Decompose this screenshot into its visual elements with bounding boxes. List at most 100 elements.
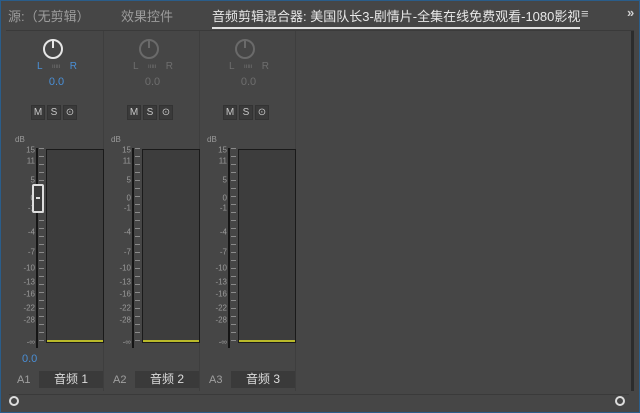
scale-tick <box>39 308 44 309</box>
level-meter <box>46 149 104 343</box>
scale-tick <box>231 172 236 173</box>
vertical-scrollbar[interactable] <box>631 31 634 391</box>
pan-value[interactable]: 0.0 <box>9 76 104 88</box>
scale-tick <box>231 164 236 165</box>
solo-button[interactable]: S <box>47 105 61 120</box>
volume-value[interactable]: 0.0 <box>22 353 37 365</box>
scale-tick <box>231 284 236 285</box>
fader-rail <box>132 148 134 348</box>
scale-tick <box>231 252 236 253</box>
pan-meter: ııııı <box>243 64 253 70</box>
mute-button[interactable]: M <box>127 105 141 120</box>
scale-tick <box>231 212 236 213</box>
mute-button[interactable]: M <box>223 105 237 120</box>
solo-button[interactable]: S <box>143 105 157 120</box>
track-id: A2 <box>113 374 127 386</box>
scale-label: -13 <box>215 277 227 287</box>
scroll-handle-left[interactable] <box>9 396 19 406</box>
record-icon[interactable]: ⊙ <box>63 105 77 120</box>
scale-tick <box>231 316 236 317</box>
scale-label: -16 <box>23 289 35 299</box>
pan-meter: ııııı <box>147 64 157 70</box>
pan-right-label: R <box>261 61 269 72</box>
scale-tick <box>135 260 140 261</box>
scale-tick <box>135 156 140 157</box>
scale-label: -16 <box>215 289 227 299</box>
tab-source[interactable]: 源:（无剪辑） <box>8 6 90 25</box>
solo-button[interactable]: S <box>239 105 253 120</box>
scale-tick <box>135 228 140 229</box>
volume-fader[interactable] <box>32 184 44 213</box>
scale-tick <box>39 228 44 229</box>
scale-tick <box>231 196 236 197</box>
pan-knob[interactable] <box>139 39 159 59</box>
scale-label: -28 <box>23 315 35 325</box>
scale-tick <box>231 332 236 333</box>
scale-tick <box>39 260 44 261</box>
scale-tick <box>39 148 44 149</box>
pan-knob[interactable] <box>43 39 63 59</box>
scale-tick <box>135 340 140 341</box>
pan-indicator: Lııııı R <box>37 61 77 72</box>
scale-tick <box>135 284 140 285</box>
scale-tick <box>231 228 236 229</box>
level-meter <box>238 149 296 343</box>
tab-effect-controls[interactable]: 效果控件 <box>121 6 173 25</box>
scale-tick <box>135 252 140 253</box>
scale-label: 0 <box>126 193 131 203</box>
tab-audio-clip-mixer[interactable]: 音频剪辑混合器: 美国队长3-剧情片-全集在线免费观看-1080影视 <box>212 6 581 29</box>
scale-tick <box>135 308 140 309</box>
scale-label: 11 <box>218 156 227 166</box>
scale-tick <box>39 284 44 285</box>
hamburger-icon[interactable]: ≡ <box>581 6 589 21</box>
scale-tick <box>231 324 236 325</box>
scale-tick <box>135 324 140 325</box>
scale-tick <box>39 244 44 245</box>
scale-tick <box>135 236 140 237</box>
scale-tick <box>39 172 44 173</box>
scale-tick <box>39 156 44 157</box>
scale-tick <box>135 300 140 301</box>
mute-button[interactable]: M <box>31 105 45 120</box>
record-icon[interactable]: ⊙ <box>255 105 269 120</box>
scale-tick <box>39 164 44 165</box>
scale-label: -7 <box>27 247 35 257</box>
pan-knob[interactable] <box>235 39 255 59</box>
track-id: A1 <box>17 374 31 386</box>
scale-label: -10 <box>119 263 131 273</box>
track-name[interactable]: 音频 2 <box>135 371 199 388</box>
scale-label: -22 <box>119 303 131 313</box>
scale-tick <box>135 276 140 277</box>
scale-label: -4 <box>219 227 227 237</box>
scale-label: -22 <box>215 303 227 313</box>
db-label: dB <box>15 135 25 144</box>
pan-left-label: L <box>229 61 235 72</box>
scale-tick <box>135 332 140 333</box>
scale-tick <box>39 316 44 317</box>
pan-value[interactable]: 0.0 <box>105 76 200 88</box>
scale-tick <box>135 148 140 149</box>
scale-tick <box>231 292 236 293</box>
scale-tick <box>135 172 140 173</box>
track-name[interactable]: 音频 3 <box>231 371 295 388</box>
scale-tick <box>39 340 44 341</box>
scale-tick <box>231 244 236 245</box>
record-icon[interactable]: ⊙ <box>159 105 173 120</box>
chevron-double-right-icon[interactable]: » <box>627 5 634 20</box>
scale-label: -13 <box>23 277 35 287</box>
scale-label: 11 <box>26 156 35 166</box>
scale-tick <box>231 220 236 221</box>
scale-tick <box>231 236 236 237</box>
scale-tick <box>231 156 236 157</box>
scale-tick <box>231 300 236 301</box>
track-name[interactable]: 音频 1 <box>39 371 103 388</box>
pan-indicator: Lııııı R <box>229 61 269 72</box>
scale-tick <box>39 324 44 325</box>
scale-label: 5 <box>222 175 227 185</box>
pan-value[interactable]: 0.0 <box>201 76 296 88</box>
scale-tick <box>39 268 44 269</box>
scroll-handle-right[interactable] <box>615 396 625 406</box>
scale-label: -1 <box>219 203 227 213</box>
scale-label: -1 <box>123 203 131 213</box>
horizontal-scrollbar[interactable] <box>9 394 629 406</box>
